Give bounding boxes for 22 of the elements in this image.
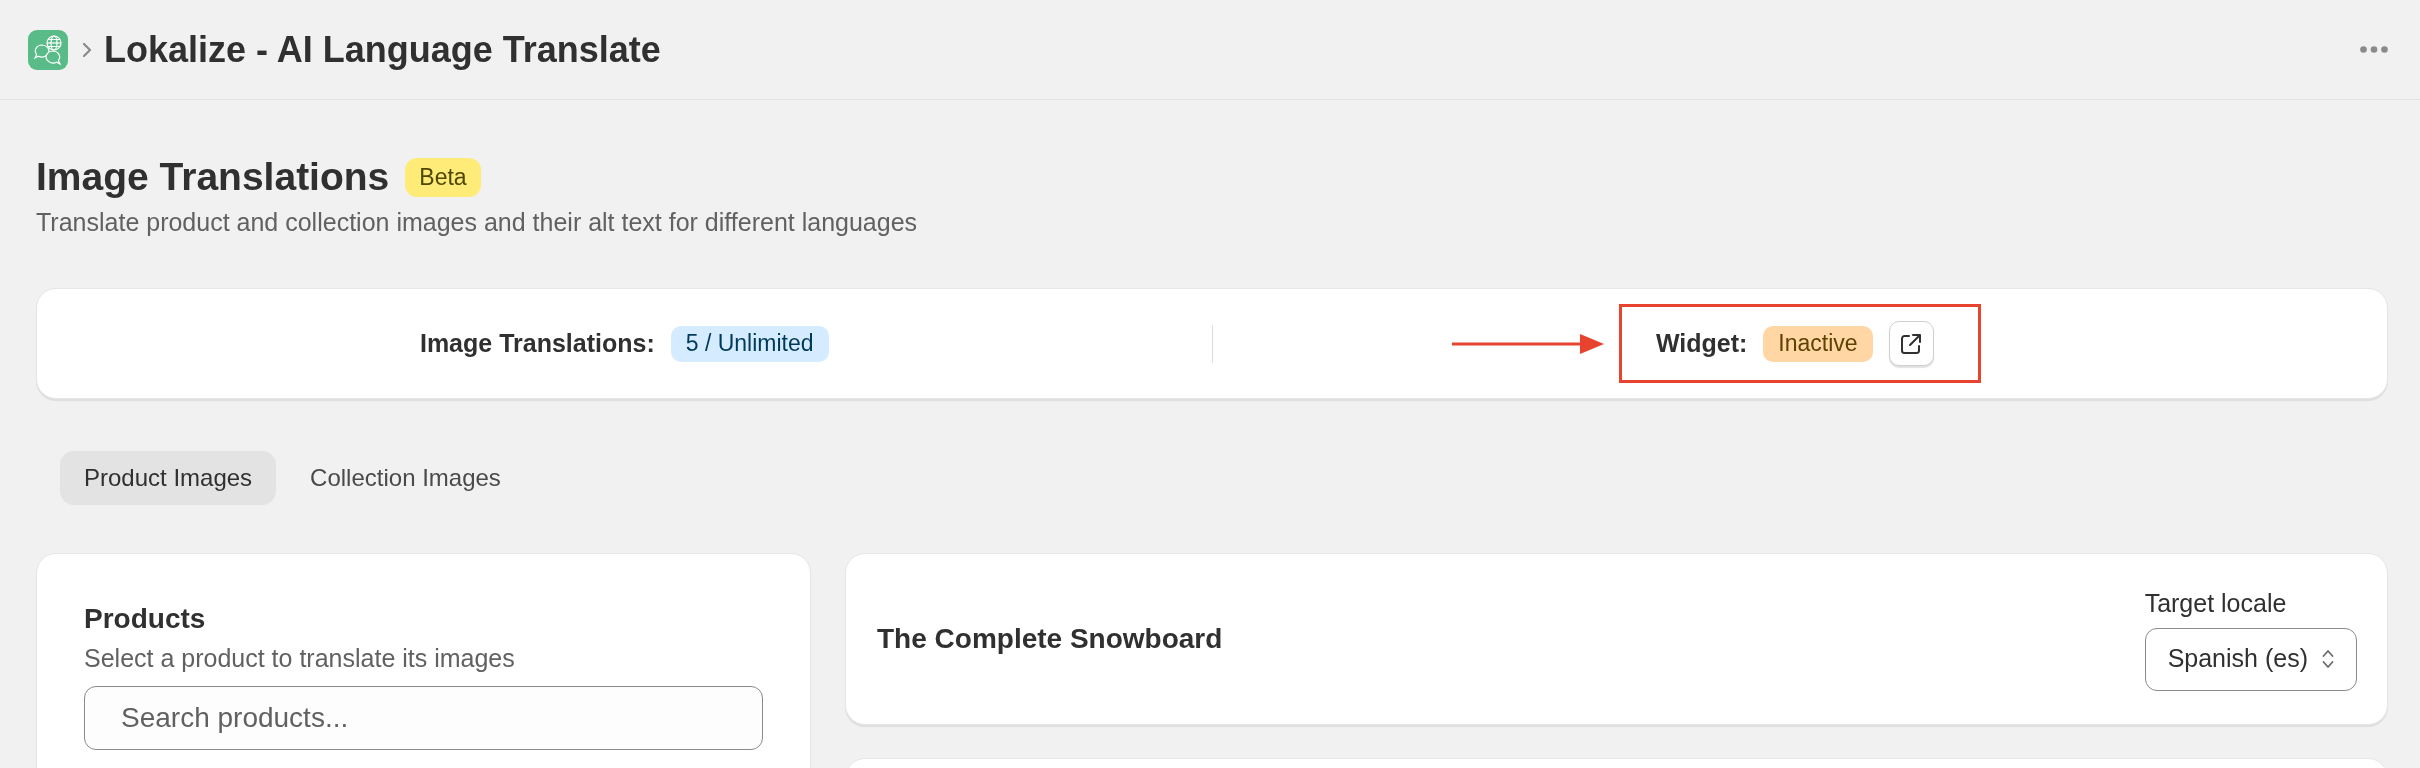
app-logo-icon: [28, 29, 68, 70]
locale-label: Target locale: [2144, 587, 2288, 618]
products-subtitle: Select a product to translate its images: [84, 643, 516, 674]
product-title: The Complete Snowboard: [877, 622, 1223, 656]
app-title: Lokalize - AI Language Translate: [104, 28, 661, 71]
chevron-right-icon: [82, 41, 92, 58]
beta-badge: Beta: [405, 157, 481, 197]
tab[interactable]: Collection Images: [286, 451, 525, 505]
usage-count-badge: 5 / Unlimited: [670, 325, 829, 362]
products-title: Products: [84, 602, 207, 636]
tab[interactable]: Product Images: [60, 451, 277, 505]
widget-status-badge: Inactive: [1763, 325, 1873, 362]
external-link-icon: [1900, 332, 1923, 355]
search-field[interactable]: Search products...: [84, 686, 763, 750]
more-icon: [2360, 46, 2388, 53]
usage-label: Image Translations:: [419, 327, 655, 359]
open-widget-button[interactable]: [1888, 321, 1934, 366]
page-subtitle: Translate product and collection images and their alt text for different languages: [36, 207, 919, 238]
widget-label: Widget:: [1655, 327, 1748, 359]
up-down-chevron-icon: [2322, 649, 2334, 669]
page-title: Image Translations: [36, 154, 390, 200]
locale-select[interactable]: Spanish (es): [2144, 627, 2357, 691]
